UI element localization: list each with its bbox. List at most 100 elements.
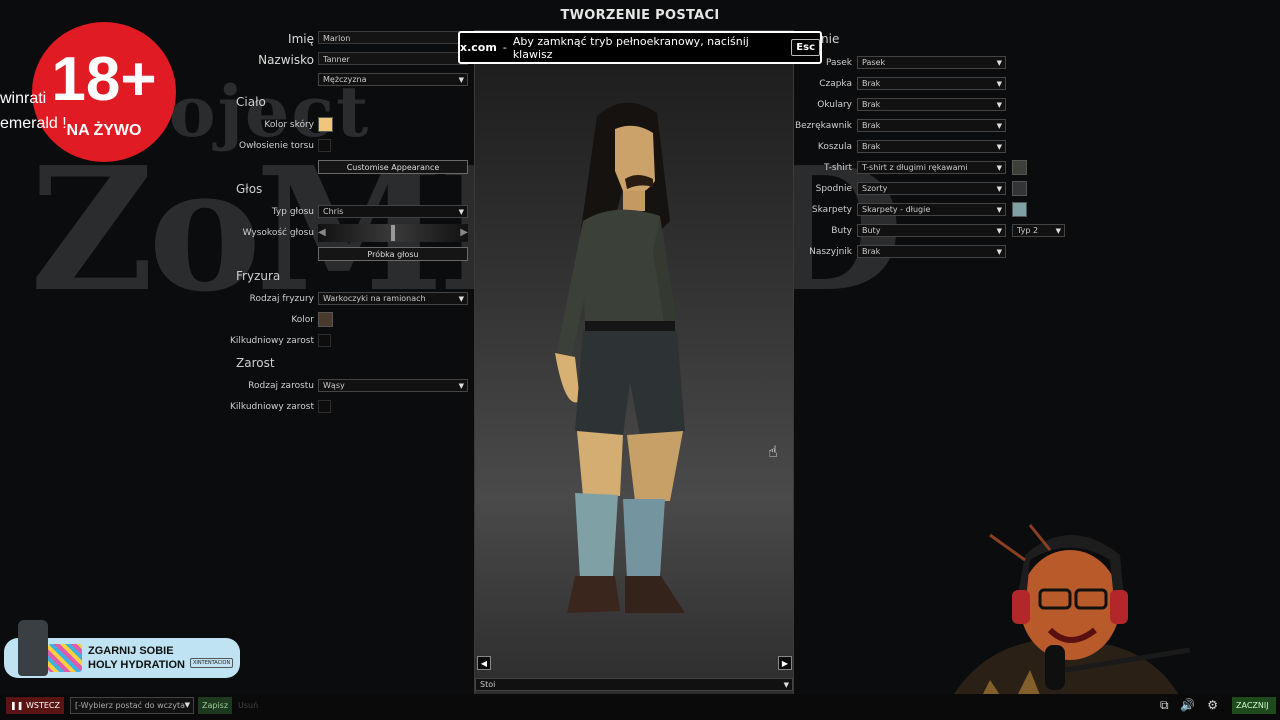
clothing-label: Naszyjnik: [809, 247, 852, 257]
body-section-title: Ciało: [236, 95, 266, 109]
promo-banner: ZGARNIJ SOBIE HOLY HYDRATION XINTENTACIO…: [4, 620, 240, 678]
clothing-value: Brak: [862, 121, 881, 130]
socks-color-swatch[interactable]: [1012, 202, 1027, 217]
load-character-select[interactable]: [-Wybierz postać do wczyta ▼: [70, 697, 194, 714]
beard-type-label: Rodzaj zarostu: [248, 381, 314, 391]
volume-icon[interactable]: 🔊: [1180, 698, 1195, 712]
slider-handle[interactable]: [391, 225, 395, 241]
character-preview-panel[interactable]: ◀ ▶ Stoi ▼: [474, 30, 794, 698]
clothing-select[interactable]: Skarpety - długie ▼: [857, 203, 1006, 216]
clothing-value: Brak: [862, 100, 881, 109]
clothing-label: Buty: [831, 226, 852, 236]
toast-message: Aby zamknąć tryb pełnoekranowy, naciśnij…: [512, 34, 749, 61]
voice-sample-button[interactable]: Próbka głosu: [318, 247, 468, 261]
chevron-down-icon: ▼: [996, 101, 1002, 109]
clothing-value: Pasek: [862, 58, 886, 67]
settings-gear-icon[interactable]: ⚙: [1207, 698, 1218, 712]
gender-value: Mężczyzna: [323, 75, 367, 84]
skin-color-label: Kolor skóry: [264, 120, 314, 130]
chevron-down-icon: ▼: [458, 208, 464, 216]
rotate-left-button[interactable]: ◀: [477, 656, 491, 670]
body-hair-checkbox[interactable]: [318, 139, 331, 152]
gender-select[interactable]: Mężczyzna ▼: [318, 73, 468, 86]
esc-key-hint[interactable]: Esc: [791, 39, 820, 56]
first-name-input[interactable]: Marlon: [318, 31, 468, 44]
skin-color-swatch[interactable]: [318, 117, 333, 132]
chevron-down-icon: ▼: [996, 248, 1002, 256]
age-rating-badge: 18+ NA ŻYWO: [32, 22, 176, 162]
clothing-value: Skarpety - długie: [862, 205, 931, 214]
beard-type-select[interactable]: Wąsy ▼: [318, 379, 468, 392]
shaker-bottle-icon: [18, 620, 48, 676]
overlay-text-line-1: winrati: [0, 90, 47, 107]
clothing-select[interactable]: Brak ▼: [857, 119, 1006, 132]
captions-icon[interactable]: ⧉: [1160, 698, 1169, 712]
shoe-variant-select[interactable]: Typ 2 ▼: [1012, 224, 1065, 237]
stubble-checkbox[interactable]: [318, 334, 331, 347]
beard-stubble-checkbox[interactable]: [318, 400, 331, 413]
clothing-select[interactable]: Brak ▼: [857, 140, 1006, 153]
pause-icon: ❚❚: [10, 701, 24, 710]
rotate-right-button[interactable]: ▶: [778, 656, 792, 670]
clothing-select[interactable]: Brak ▼: [857, 245, 1006, 258]
clothing-label: T-shirt: [823, 163, 852, 173]
slider-right-icon: ▶: [460, 227, 468, 238]
product-pack-icon: [48, 644, 82, 672]
promo-line-1: ZGARNIJ SOBIE: [88, 645, 174, 657]
chevron-down-icon: ▼: [996, 185, 1002, 193]
chevron-down-icon: ▼: [996, 122, 1002, 130]
age-rating-number: 18+: [51, 45, 157, 114]
voice-type-value: Chris: [323, 207, 344, 216]
back-button[interactable]: ❚❚ WSTECZ: [6, 697, 64, 714]
start-button[interactable]: ZACZNIJ: [1232, 697, 1276, 714]
streamer-avatar: [940, 524, 1190, 720]
delete-button[interactable]: Usuń: [234, 697, 262, 714]
start-button-label: ZACZNIJ: [1236, 701, 1269, 710]
tshirt-color-swatch[interactable]: [1012, 160, 1027, 175]
chevron-down-icon: ▼: [458, 295, 464, 303]
customise-appearance-button[interactable]: Customise Appearance: [318, 160, 468, 174]
last-name-input[interactable]: Tanner: [318, 52, 468, 65]
voice-pitch-slider[interactable]: ◀ ▶: [318, 224, 468, 242]
clothing-section-title: nie: [821, 32, 840, 46]
clothing-label: Bezrękawnik: [794, 121, 852, 131]
promo-line-2: HOLY HYDRATION: [88, 659, 185, 671]
body-hair-label: Owłosienie torsu: [239, 141, 314, 151]
clothing-label: Czapka: [819, 79, 852, 89]
hair-type-value: Warkoczyki na ramionach: [323, 294, 426, 303]
clothing-select[interactable]: Pasek ▼: [857, 56, 1006, 69]
shorts-color-swatch[interactable]: [1012, 181, 1027, 196]
clothing-select[interactable]: Brak ▼: [857, 77, 1006, 90]
chevron-down-icon: ▼: [996, 143, 1002, 151]
chevron-down-icon: ▼: [996, 206, 1002, 214]
voice-type-label: Typ głosu: [271, 207, 314, 217]
chevron-down-icon: ▼: [996, 59, 1002, 67]
back-button-label: WSTECZ: [25, 701, 60, 710]
hair-type-select[interactable]: Warkoczyki na ramionach ▼: [318, 292, 468, 305]
clothing-select[interactable]: Szorty ▼: [857, 182, 1006, 195]
clothing-select[interactable]: T-shirt z długimi rękawami ▼: [857, 161, 1006, 174]
chevron-down-icon: ▼: [996, 227, 1002, 235]
hair-color-swatch[interactable]: [318, 312, 333, 327]
stubble-label: Kilkudniowy zarost: [230, 336, 314, 346]
fullscreen-toast: x.com - Aby zamknąć tryb pełnoekranowy, …: [458, 31, 822, 64]
toast-separator: -: [502, 41, 507, 54]
chevron-down-icon: ▼: [184, 701, 190, 709]
pose-value: Stoi: [480, 680, 496, 689]
clothing-value: Brak: [862, 79, 881, 88]
pose-select[interactable]: Stoi ▼: [475, 678, 793, 691]
overlay-text-line-2: emerald !: [0, 115, 67, 132]
clothing-select[interactable]: Brak ▼: [857, 98, 1006, 111]
clothing-label: Okulary: [817, 100, 852, 110]
voice-type-select[interactable]: Chris ▼: [318, 205, 468, 218]
beard-type-value: Wąsy: [323, 381, 345, 390]
clothing-select[interactable]: Buty ▼: [857, 224, 1006, 237]
screen-title: TWORZENIE POSTACI: [560, 8, 720, 23]
beard-stubble-label: Kilkudniowy zarost: [230, 402, 314, 412]
save-button[interactable]: Zapisz: [198, 697, 233, 714]
character-model: [555, 102, 685, 613]
hair-color-label: Kolor: [291, 315, 314, 325]
clothing-value: Buty: [862, 226, 881, 235]
cursor-icon: ☝: [768, 442, 778, 461]
chevron-down-icon: ▼: [996, 80, 1002, 88]
